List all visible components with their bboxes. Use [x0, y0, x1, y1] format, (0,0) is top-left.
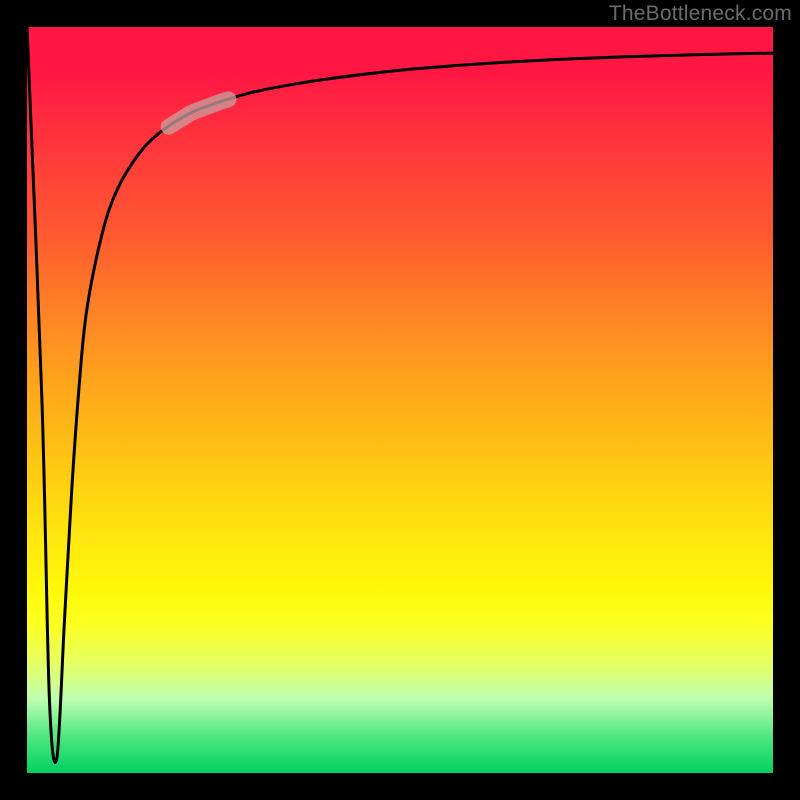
chart-stage: TheBottleneck.com: [0, 0, 800, 800]
bottleneck-curve: [27, 27, 773, 762]
watermark-text: TheBottleneck.com: [609, 2, 792, 26]
curve-path: [27, 27, 773, 762]
curve-highlight-segment: [169, 99, 229, 126]
curve-layer: [27, 27, 773, 773]
